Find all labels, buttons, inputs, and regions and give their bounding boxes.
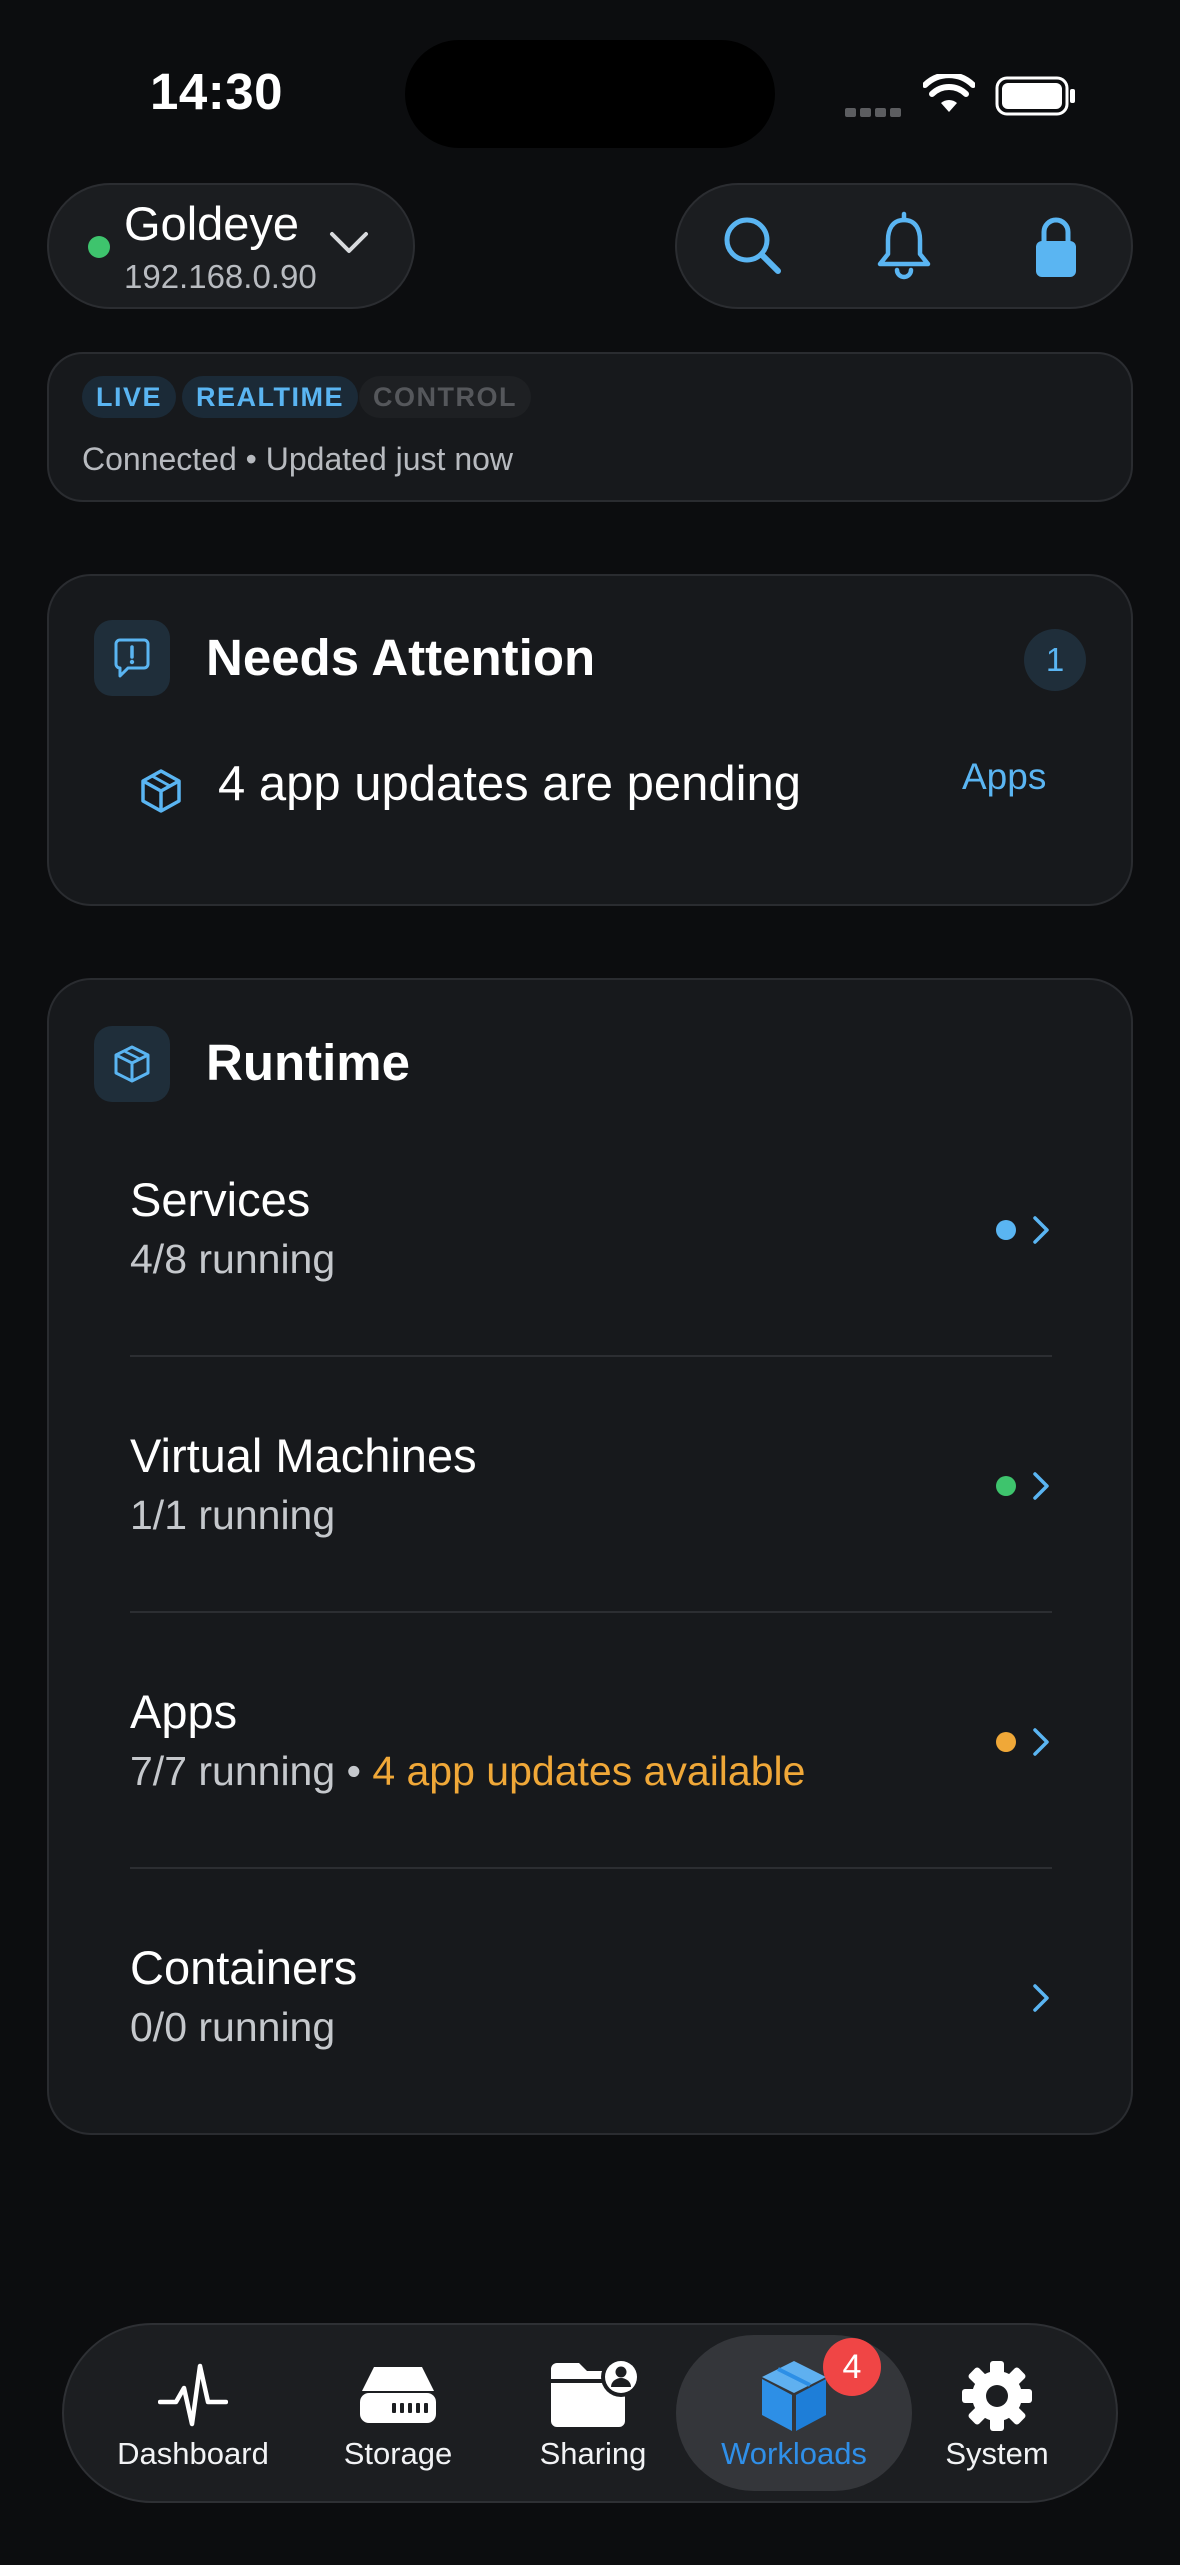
live-chip: LIVE (82, 376, 177, 418)
cube-icon (762, 2361, 826, 2431)
status-dot (996, 1220, 1016, 1240)
gear-icon (962, 2361, 1032, 2431)
apps-link[interactable]: Apps (962, 756, 1046, 798)
control-chip[interactable]: CONTROL (359, 376, 531, 418)
shared-folder-icon (551, 2357, 641, 2427)
dynamic-island (405, 40, 775, 148)
divider (130, 1355, 1052, 1357)
tab-label: Workloads (721, 2436, 867, 2471)
runtime-row-virtual-machines[interactable]: Virtual Machines 1/1 running (130, 1406, 1052, 1661)
realtime-chip: REALTIME (182, 376, 358, 418)
search-icon[interactable] (714, 208, 790, 284)
tab-system[interactable]: System (897, 2323, 1097, 2503)
row-title: Virtual Machines (130, 1429, 477, 1482)
tab-sharing[interactable]: Sharing (493, 2323, 693, 2503)
attention-item-text: 4 app updates are pending (218, 757, 802, 811)
server-name: Goldeye (124, 197, 300, 250)
status-dot (996, 1476, 1016, 1496)
row-subtitle: 0/0 running (130, 2004, 336, 2050)
chevron-right-icon (1033, 1216, 1049, 1244)
divider (130, 1867, 1052, 1869)
tab-label: System (945, 2436, 1049, 2471)
pulse-icon (158, 2363, 228, 2427)
lock-icon[interactable] (1018, 208, 1094, 284)
row-title: Containers (130, 1941, 358, 1994)
tab-label: Sharing (539, 2436, 647, 2471)
bell-icon[interactable] (866, 208, 942, 284)
runtime-row-containers[interactable]: Containers 0/0 running (130, 1918, 1052, 2173)
row-title: Services (130, 1173, 311, 1226)
chevron-right-icon (1033, 1472, 1049, 1500)
divider (130, 1611, 1052, 1613)
server-ip: 192.168.0.90 (124, 258, 317, 295)
battery-icon (995, 76, 1075, 116)
runtime-row-services[interactable]: Services 4/8 running (130, 1150, 1052, 1405)
row-subtitle: 1/1 running (130, 1492, 336, 1538)
row-subtitle: 4/8 running (130, 1236, 336, 1282)
attention-count-badge: 1 (1024, 629, 1086, 691)
updates-available-text: 4 app updates available (372, 1748, 806, 1794)
tab-storage[interactable]: Storage (298, 2323, 498, 2503)
cube-icon (94, 1026, 170, 1102)
chevron-right-icon (1033, 1728, 1049, 1756)
row-subtitle: 7/7 running • 4 app updates available (130, 1748, 805, 1795)
chevron-right-icon (1033, 1984, 1049, 2012)
separator: • (335, 1748, 373, 1794)
needs-attention-card (47, 574, 1133, 906)
drive-icon (360, 2367, 436, 2423)
tab-label: Storage (343, 2436, 453, 2471)
connection-status: Connected • Updated just now (82, 441, 514, 477)
alert-message-icon (94, 620, 170, 696)
tab-dashboard[interactable]: Dashboard (93, 2323, 293, 2503)
package-icon (141, 769, 181, 813)
tab-label: Dashboard (117, 2436, 269, 2471)
runtime-row-apps[interactable]: Apps 7/7 running • 4 app updates availab… (130, 1662, 1052, 1917)
needs-attention-title: Needs Attention (206, 629, 596, 686)
wifi-icon (923, 74, 975, 112)
chevron-down-icon[interactable] (326, 228, 372, 258)
workloads-badge: 4 (823, 2338, 881, 2396)
apps-running-text: 7/7 running (130, 1748, 336, 1794)
runtime-title: Runtime (206, 1034, 410, 1091)
cellular-signal-icon (845, 104, 905, 117)
row-title: Apps (130, 1685, 238, 1738)
status-time: 14:30 (150, 63, 283, 120)
online-status-dot (88, 236, 110, 258)
connection-card (47, 352, 1133, 502)
status-dot (996, 1732, 1016, 1752)
